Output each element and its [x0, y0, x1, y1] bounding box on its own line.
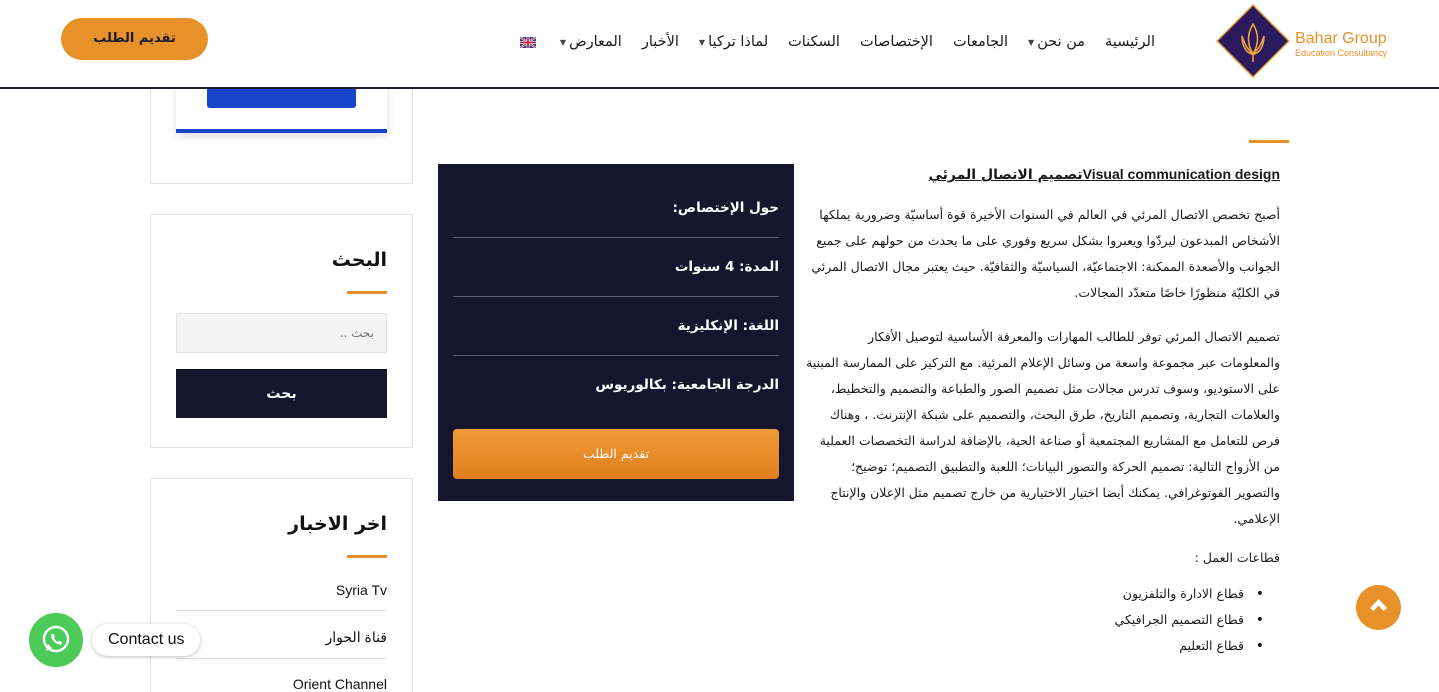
news-widget-title: اخر الاخبار — [288, 513, 387, 535]
news-item[interactable]: Orient Channel — [176, 676, 387, 692]
chevron-down-icon: ▼ — [698, 37, 706, 47]
brand-name: Bahar Group — [1295, 30, 1387, 47]
article-paragraph: أصبح تخصص الاتصال المرئي في العالم في ال… — [811, 207, 1280, 300]
nav-item-why-turkey[interactable]: لماذا تركيا ▼ — [699, 34, 768, 50]
nav-label: الأخبار — [641, 34, 679, 50]
sidebar-widget-search: البحث بحث — [150, 214, 413, 448]
news-item[interactable]: Syria Tv — [176, 582, 387, 611]
nav-item-housing[interactable]: السكنات — [788, 34, 840, 50]
scroll-to-top-button[interactable] — [1356, 585, 1401, 630]
language-switcher[interactable] — [519, 36, 540, 48]
chevron-down-icon: ▼ — [1028, 37, 1035, 47]
nav-item-exhibitions[interactable]: المعارض ▼ — [560, 34, 622, 50]
info-row-degree: الدرجة الجامعية: بكالوريوس — [595, 377, 779, 393]
site-header: Bahar Group Education Consultancy الرئيس… — [0, 0, 1439, 89]
list-item: قطاع التصميم الجرافيكي — [806, 607, 1264, 633]
info-row-about: حول الإختصاص: — [453, 179, 779, 238]
info-row-language: اللغة: الإنكليزية — [453, 297, 779, 356]
apply-button-info[interactable]: تقديم الطلب — [453, 429, 779, 479]
nav-label: لماذا تركيا — [708, 34, 769, 50]
article-title-en: Visual communication design — [1082, 166, 1280, 182]
nav-label: السكنات — [788, 34, 840, 50]
sectors-heading: قطاعات العمل : — [1194, 550, 1280, 565]
nav-label: من نحن — [1037, 34, 1086, 50]
search-button[interactable]: بحث — [176, 369, 387, 418]
info-row-duration: المدة: 4 سنوات — [453, 238, 779, 297]
nav-item-universities[interactable]: الجامعات — [953, 34, 1008, 50]
contact-us-label[interactable]: Contact us — [92, 624, 201, 656]
chevron-down-icon: ▼ — [559, 37, 567, 47]
list-item: قطاع الادارة والتلفزيون — [806, 581, 1264, 607]
lotus-logo-icon — [1216, 4, 1290, 78]
nav-label: الرئيسية — [1105, 34, 1155, 50]
nav-item-news[interactable]: الأخبار — [642, 34, 679, 50]
article-paragraph: تصميم الاتصال المرئي توفر للطالب المهارا… — [806, 329, 1280, 526]
article-title: Visual communication designتصميم الاتصال… — [806, 166, 1280, 183]
article-title-ar: تصميم الاتصال المرئي — [928, 167, 1083, 183]
sectors-list: قطاع الادارة والتلفزيون قطاع التصميم الج… — [806, 581, 1280, 659]
nav-item-about[interactable]: من نحن ▼ — [1028, 34, 1085, 50]
sidebar-widget-news: اخر الاخبار Syria Tv قناة الحوار Orient … — [150, 478, 413, 692]
whatsapp-icon — [42, 625, 70, 653]
major-info-box: حول الإختصاص: المدة: 4 سنوات اللغة: الإن… — [438, 164, 794, 501]
nav-label: المعارض — [569, 34, 622, 50]
list-item: قطاع التعليم — [806, 633, 1264, 659]
brand-subtitle: Education Consultancy — [1295, 48, 1388, 58]
brand-logo[interactable]: Bahar Group Education Consultancy — [1216, 4, 1396, 78]
uk-flag-icon — [519, 36, 536, 48]
news-item[interactable]: قناة الحوار — [176, 629, 387, 659]
apply-button-header[interactable]: تقديم الطلب — [61, 18, 208, 60]
search-input[interactable] — [176, 313, 387, 353]
arrow-up-icon — [1370, 599, 1387, 611]
nav-label: الإختصاصات — [859, 34, 933, 50]
whatsapp-button[interactable] — [29, 613, 83, 667]
search-widget-title: البحث — [331, 249, 387, 271]
nav-item-majors[interactable]: الإختصاصات — [860, 34, 933, 50]
section-accent-line — [1249, 140, 1289, 143]
page: Bahar Group Education Consultancy الرئيس… — [0, 0, 1439, 692]
title-underline — [347, 555, 387, 558]
nav-label: الجامعات — [952, 34, 1009, 50]
nav-item-home[interactable]: الرئيسية — [1105, 34, 1155, 50]
main-nav: الرئيسية من نحن ▼ الجامعات الإختصاصات الس… — [500, 30, 1155, 54]
cta-button[interactable] — [207, 86, 356, 108]
major-article: Visual communication designتصميم الاتصال… — [806, 166, 1280, 659]
title-underline — [347, 291, 387, 294]
